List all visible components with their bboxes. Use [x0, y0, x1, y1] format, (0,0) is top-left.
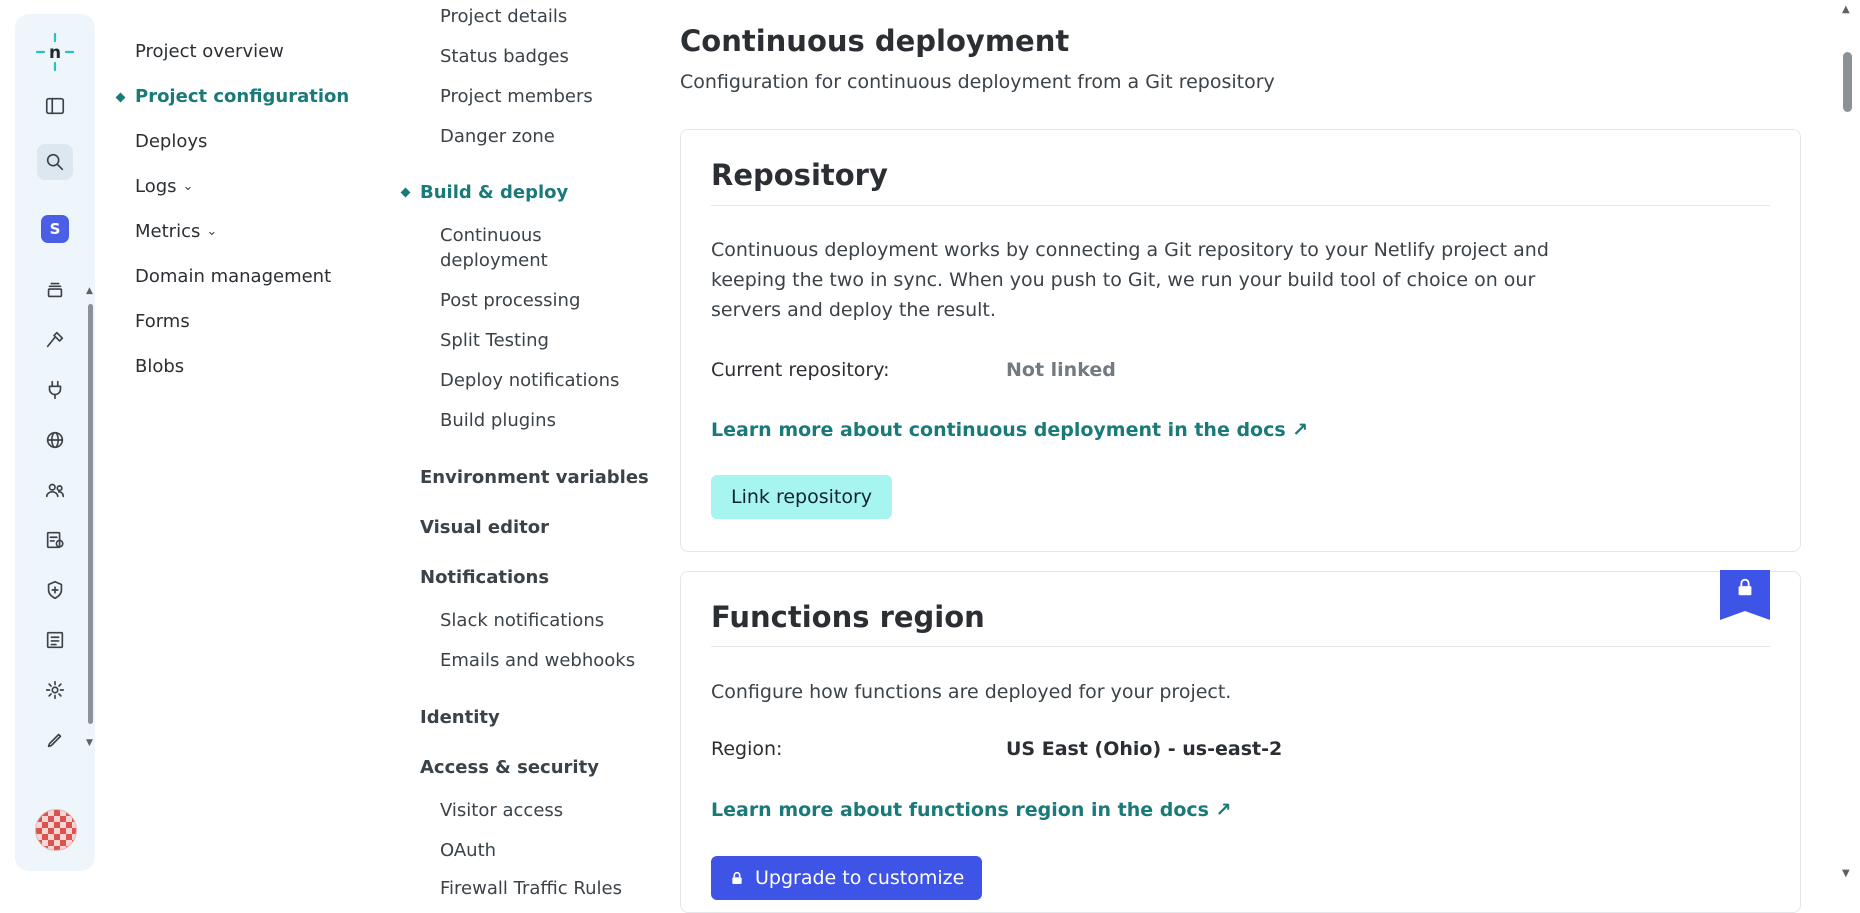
subnav-build-deploy[interactable]: Build & deploy — [420, 182, 568, 203]
nav-forms[interactable]: Forms — [135, 311, 190, 332]
scroll-up-arrow-icon[interactable]: ▲ — [86, 286, 93, 296]
nav-project-configuration[interactable]: Project configuration — [135, 86, 349, 107]
subnav-danger-zone[interactable]: Danger zone — [440, 124, 555, 149]
divider — [711, 205, 1770, 206]
region-label: Region: — [711, 738, 783, 760]
nav-logs-label: Logs — [135, 176, 177, 197]
subnav-oauth[interactable]: OAuth — [440, 838, 496, 863]
nav-metrics-label: Metrics — [135, 221, 201, 242]
functions-region-docs-link[interactable]: Learn more about functions region in the… — [711, 799, 1232, 821]
link-repository-button[interactable]: Link repository — [711, 475, 893, 519]
subnav-deploy-notifications[interactable]: Deploy notifications — [440, 368, 619, 393]
sidebar-toggle-icon[interactable] — [37, 88, 73, 124]
subnav-identity[interactable]: Identity — [420, 707, 500, 728]
svg-text:n: n — [49, 43, 61, 63]
page-title: Continuous deployment — [680, 24, 1070, 58]
team-avatar[interactable]: S — [41, 215, 69, 243]
nav-logs[interactable]: Logs ⌄ — [135, 176, 193, 197]
gear-icon[interactable] — [37, 672, 73, 708]
globe-icon[interactable] — [37, 422, 73, 458]
current-repository-label: Current repository: — [711, 359, 890, 381]
locked-feature-badge — [1720, 570, 1770, 620]
billing-icon[interactable] — [37, 522, 73, 558]
subnav-environment-variables[interactable]: Environment variables — [420, 467, 649, 488]
functions-region-heading: Functions region — [711, 600, 985, 634]
repository-description: Continuous deployment works by connectin… — [711, 239, 1549, 321]
continuous-deployment-docs-link[interactable]: Learn more about continuous deployment i… — [711, 419, 1308, 441]
repository-card: Repository Continuous deployment works b… — [680, 129, 1801, 552]
subnav-project-details[interactable]: Project details — [440, 4, 567, 29]
hammer-icon[interactable] — [37, 322, 73, 358]
functions-region-card: Functions region Configure how functions… — [680, 570, 1801, 913]
nav-metrics[interactable]: Metrics ⌄ — [135, 221, 217, 242]
plug-icon[interactable] — [37, 372, 73, 408]
netlify-logo-icon[interactable]: n — [35, 32, 75, 72]
active-indicator-icon — [400, 187, 411, 198]
page-scroll-thumb[interactable] — [1843, 52, 1852, 112]
divider — [711, 646, 1770, 647]
nav-domain-management[interactable]: Domain management — [135, 266, 331, 287]
nav-blobs[interactable]: Blobs — [135, 356, 184, 377]
subnav-visual-editor[interactable]: Visual editor — [420, 517, 549, 538]
icon-rail: n S ▲ ▼ — [15, 14, 95, 871]
rail-scrollbar[interactable]: ▲ ▼ — [86, 286, 94, 754]
subnav-project-members[interactable]: Project members — [440, 84, 593, 109]
subnav-continuous-deployment-line2: deployment — [440, 250, 548, 271]
subnav-notifications[interactable]: Notifications — [420, 567, 549, 588]
subnav-visitor-access[interactable]: Visitor access — [440, 798, 563, 823]
chevron-down-icon: ⌄ — [206, 224, 218, 239]
users-icon[interactable] — [37, 472, 73, 508]
subnav-status-badges[interactable]: Status badges — [440, 44, 569, 69]
subnav-post-processing[interactable]: Post processing — [440, 288, 580, 313]
active-indicator-icon — [115, 92, 126, 103]
rail-scroll-thumb[interactable] — [88, 304, 93, 724]
pen-icon[interactable] — [37, 722, 73, 758]
functions-region-description: Configure how functions are deployed for… — [711, 681, 1232, 703]
current-repository-value: Not linked — [1006, 359, 1116, 381]
page-subtitle: Configuration for continuous deployment … — [680, 71, 1275, 93]
lock-icon — [732, 871, 742, 884]
region-value: US East (Ohio) - us-east-2 — [1006, 738, 1283, 760]
user-avatar[interactable] — [35, 809, 77, 851]
chevron-down-icon: ⌄ — [182, 179, 194, 194]
nav-project-overview[interactable]: Project overview — [135, 41, 284, 62]
scroll-down-arrow-icon[interactable]: ▼ — [86, 738, 93, 748]
lock-icon — [1738, 578, 1752, 596]
page-scrollbar[interactable]: ▲ ▼ — [1840, 0, 1854, 885]
layers-icon[interactable] — [37, 272, 73, 308]
subnav-access-security[interactable]: Access & security — [420, 757, 599, 778]
repository-heading: Repository — [711, 158, 888, 192]
scroll-down-arrow-icon[interactable]: ▼ — [1842, 868, 1850, 879]
subnav-build-plugins[interactable]: Build plugins — [440, 408, 556, 433]
nav-deploys[interactable]: Deploys — [135, 131, 207, 152]
scroll-up-arrow-icon[interactable]: ▲ — [1842, 4, 1850, 15]
upgrade-button-label: Upgrade to customize — [755, 867, 965, 889]
subnav-firewall-traffic-rules[interactable]: Firewall Traffic Rules — [440, 876, 622, 901]
upgrade-to-customize-button[interactable]: Upgrade to customize — [711, 856, 983, 900]
subnav-continuous-deployment-line1: Continuous — [440, 225, 542, 246]
shield-icon[interactable] — [37, 572, 73, 608]
subnav-emails-webhooks[interactable]: Emails and webhooks — [440, 648, 635, 673]
subnav-slack-notifications[interactable]: Slack notifications — [440, 608, 604, 633]
docs-icon[interactable] — [37, 622, 73, 658]
subnav-split-testing[interactable]: Split Testing — [440, 328, 549, 353]
subnav-continuous-deployment[interactable]: Continuous deployment — [440, 223, 548, 273]
search-icon[interactable] — [37, 144, 73, 180]
